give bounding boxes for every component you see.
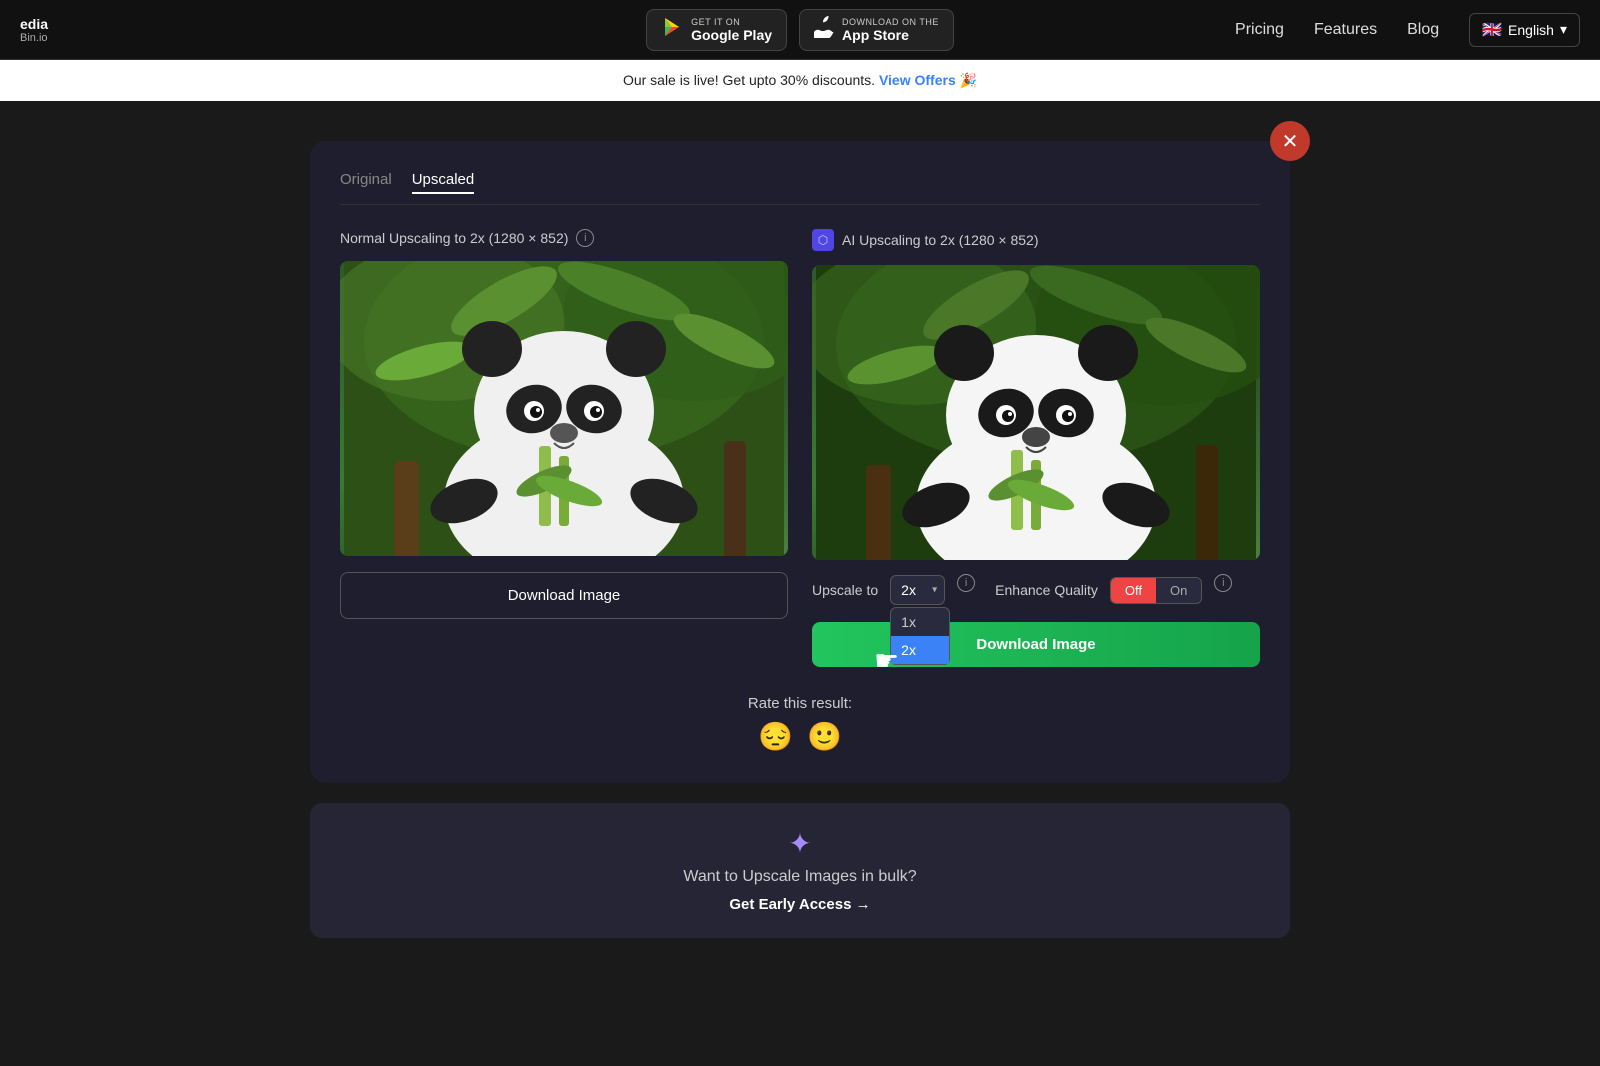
scale-select[interactable]: 2x 1x bbox=[890, 575, 945, 605]
scale-option-1x[interactable]: 1x bbox=[891, 608, 949, 636]
sale-text: Our sale is live! Get upto 30% discounts… bbox=[623, 72, 875, 88]
header-center: GET IT ON Google Play Download on the Ap… bbox=[646, 9, 954, 51]
google-play-icon bbox=[661, 16, 683, 44]
enhance-info-icon[interactable]: i bbox=[1214, 574, 1232, 592]
logo-top: edia bbox=[20, 16, 48, 32]
enhance-off-button[interactable]: Off bbox=[1111, 578, 1156, 603]
right-column: ⬡ AI Upscaling to 2x (1280 × 852) bbox=[812, 229, 1260, 667]
google-play-get-it: GET IT ON bbox=[691, 17, 740, 27]
scale-select-wrapper: 2x 1x ▾ 1x 2x bbox=[890, 575, 945, 605]
sale-banner: Our sale is live! Get upto 30% discounts… bbox=[0, 60, 1600, 101]
google-play-name: Google Play bbox=[691, 27, 772, 43]
main-content: ✕ Original Upscaled Normal Upscaling to … bbox=[0, 101, 1600, 998]
enhance-toggle: Off On bbox=[1110, 577, 1202, 604]
upscale-label: Upscale to bbox=[812, 582, 878, 598]
app-store-button[interactable]: Download on the App Store bbox=[799, 9, 954, 51]
left-column: Normal Upscaling to 2x (1280 × 852) i bbox=[340, 229, 788, 667]
close-button[interactable]: ✕ bbox=[1270, 121, 1310, 161]
enhance-on-button[interactable]: On bbox=[1156, 578, 1201, 603]
left-info-icon[interactable]: i bbox=[576, 229, 594, 247]
left-col-title-text: Normal Upscaling to 2x (1280 × 852) bbox=[340, 230, 568, 246]
nav-features[interactable]: Features bbox=[1314, 21, 1377, 39]
scale-info-icon[interactable]: i bbox=[957, 574, 975, 592]
ai-download-button[interactable]: Download Image bbox=[812, 622, 1260, 667]
chevron-down-icon: ▾ bbox=[1560, 21, 1567, 38]
tab-upscaled[interactable]: Upscaled bbox=[412, 171, 475, 194]
emoji-row: 😔 🙂 bbox=[340, 720, 1260, 753]
app-store-get-it: Download on the bbox=[842, 17, 939, 27]
right-col-title-text: AI Upscaling to 2x (1280 × 852) bbox=[842, 232, 1039, 248]
view-offers-link[interactable]: View Offers bbox=[879, 72, 956, 88]
early-access-button[interactable]: Get Early Access → bbox=[729, 896, 870, 913]
language-label: English bbox=[1508, 22, 1554, 38]
nav-blog[interactable]: Blog bbox=[1407, 21, 1439, 39]
bulk-icon: ✦ bbox=[334, 827, 1266, 860]
scale-dropdown: 1x 2x bbox=[890, 607, 950, 665]
right-panda-image bbox=[812, 265, 1260, 560]
enhance-label: Enhance Quality bbox=[995, 582, 1098, 598]
smile-emoji[interactable]: 🙂 bbox=[807, 720, 842, 753]
tabs: Original Upscaled bbox=[340, 171, 1260, 205]
right-col-title: ⬡ AI Upscaling to 2x (1280 × 852) bbox=[812, 229, 1260, 251]
header-right: Pricing Features Blog 🇬🇧 English ▾ bbox=[1235, 13, 1580, 47]
bulk-banner: ✦ Want to Upscale Images in bulk? Get Ea… bbox=[310, 803, 1290, 938]
apple-icon bbox=[814, 16, 834, 44]
modal-container: ✕ Original Upscaled Normal Upscaling to … bbox=[310, 141, 1290, 783]
rating-label: Rate this result: bbox=[340, 695, 1260, 712]
left-col-title: Normal Upscaling to 2x (1280 × 852) i bbox=[340, 229, 788, 247]
scale-option-2x[interactable]: 2x bbox=[891, 636, 949, 664]
columns: Normal Upscaling to 2x (1280 × 852) i bbox=[340, 229, 1260, 667]
sale-emoji: 🎉 bbox=[960, 72, 977, 88]
app-store-text: Download on the App Store bbox=[842, 17, 939, 43]
ai-controls: Upscale to 2x 1x ▾ 1x 2x bbox=[812, 574, 1260, 606]
sad-emoji[interactable]: 😔 bbox=[758, 720, 793, 753]
left-download-button[interactable]: Download Image bbox=[340, 572, 788, 619]
ai-icon: ⬡ bbox=[812, 229, 834, 251]
ai-download-wrapper: Download Image ☛ bbox=[812, 622, 1260, 667]
rating-section: Rate this result: 😔 🙂 bbox=[340, 695, 1260, 753]
app-store-name: App Store bbox=[842, 27, 909, 43]
header: edia Bin.io GET IT ON Google Play bbox=[0, 0, 1600, 60]
logo: edia Bin.io bbox=[20, 16, 48, 44]
tab-original[interactable]: Original bbox=[340, 171, 392, 194]
google-play-button[interactable]: GET IT ON Google Play bbox=[646, 9, 787, 51]
language-button[interactable]: 🇬🇧 English ▾ bbox=[1469, 13, 1580, 47]
language-flag: 🇬🇧 bbox=[1482, 20, 1502, 40]
left-panda-image bbox=[340, 261, 788, 556]
logo-bottom: Bin.io bbox=[20, 32, 48, 44]
nav-pricing[interactable]: Pricing bbox=[1235, 21, 1284, 39]
google-play-text: GET IT ON Google Play bbox=[691, 17, 772, 43]
bulk-text: Want to Upscale Images in bulk? bbox=[334, 868, 1266, 886]
